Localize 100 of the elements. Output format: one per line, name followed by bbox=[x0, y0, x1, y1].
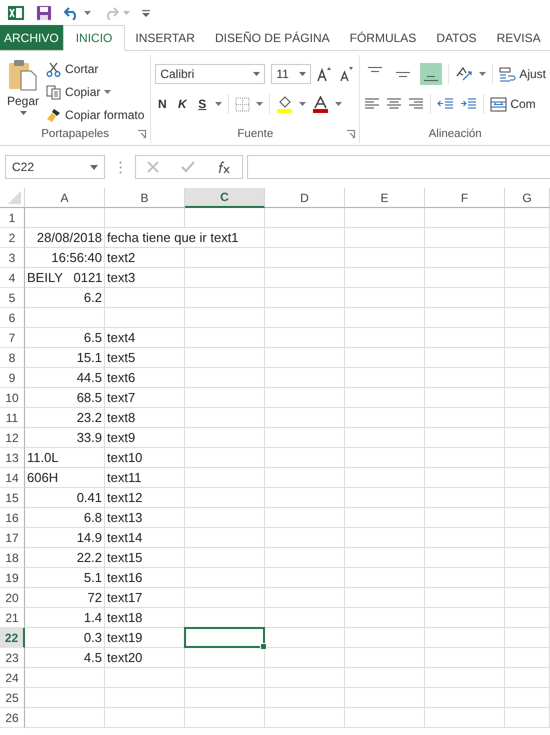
row-header[interactable]: 9 bbox=[0, 368, 25, 388]
caret-icon[interactable] bbox=[256, 102, 264, 106]
row-header[interactable]: 10 bbox=[0, 388, 25, 408]
shrink-font-icon[interactable] bbox=[339, 66, 356, 82]
formula-input[interactable] bbox=[247, 155, 550, 179]
ribbon-tab[interactable]: DISEÑO DE PÁGINA bbox=[204, 25, 340, 50]
align-center-icon[interactable] bbox=[386, 97, 402, 111]
row-header[interactable]: 6 bbox=[0, 308, 25, 328]
row-header[interactable]: 20 bbox=[0, 588, 25, 608]
name-box[interactable]: C22 bbox=[5, 155, 105, 179]
align-middle-icon bbox=[395, 72, 412, 76]
caret-icon[interactable] bbox=[215, 102, 222, 106]
caret-icon[interactable] bbox=[104, 90, 112, 94]
caret-icon[interactable] bbox=[479, 72, 486, 76]
row-header[interactable]: 18 bbox=[0, 548, 25, 568]
ribbon-tab[interactable]: INSERTAR bbox=[125, 25, 205, 50]
row-header[interactable]: 1 bbox=[0, 208, 25, 228]
caret-icon[interactable] bbox=[299, 102, 306, 106]
column-header[interactable]: C bbox=[185, 188, 265, 208]
align-top-icon bbox=[367, 67, 384, 72]
table-cell bbox=[505, 448, 550, 468]
drag-handle-icon[interactable] bbox=[119, 160, 122, 174]
column-header[interactable]: A bbox=[25, 188, 105, 208]
row-header[interactable]: 19 bbox=[0, 568, 25, 588]
table-cell: 15.1 bbox=[25, 348, 105, 368]
column-header[interactable]: E bbox=[345, 188, 425, 208]
font-style-button[interactable]: N bbox=[155, 97, 170, 111]
row-header[interactable]: 22 bbox=[0, 628, 25, 648]
table-cell bbox=[505, 508, 550, 528]
row-header[interactable]: 11 bbox=[0, 408, 25, 428]
row-header[interactable]: 7 bbox=[0, 328, 25, 348]
save-icon[interactable] bbox=[36, 4, 52, 20]
row-header[interactable]: 14 bbox=[0, 468, 25, 488]
font-name-dropdown[interactable]: Calibri bbox=[155, 64, 266, 84]
table-cell: text13 bbox=[105, 508, 185, 528]
table-cell bbox=[505, 208, 550, 228]
row-header[interactable]: 17 bbox=[0, 528, 25, 548]
ribbon-command[interactable]: Copiar formato bbox=[65, 108, 144, 122]
dialog-launcher-icon[interactable] bbox=[347, 130, 356, 138]
table-cell bbox=[505, 368, 550, 388]
table-cell bbox=[505, 588, 550, 608]
column-header[interactable]: G bbox=[505, 188, 550, 208]
row-header[interactable]: 23 bbox=[0, 648, 25, 668]
table-cell: text3 bbox=[105, 268, 185, 288]
table-cell: 14.9 bbox=[25, 528, 105, 548]
align-left-icon[interactable] bbox=[364, 97, 380, 111]
row-header[interactable]: 15 bbox=[0, 488, 25, 508]
font-style-button[interactable]: K bbox=[175, 97, 190, 111]
column-header[interactable]: F bbox=[425, 188, 505, 208]
table-cell bbox=[505, 608, 550, 628]
caret-icon[interactable] bbox=[335, 102, 342, 106]
grow-font-icon[interactable] bbox=[317, 66, 334, 82]
bottom-align-button[interactable] bbox=[420, 63, 442, 85]
borders-icon[interactable] bbox=[235, 96, 250, 112]
table-cell: 4.5 bbox=[25, 648, 105, 668]
row-header[interactable]: 25 bbox=[0, 688, 25, 708]
table-cell: text10 bbox=[105, 448, 185, 468]
table-cell bbox=[505, 668, 550, 688]
row-header[interactable]: 8 bbox=[0, 348, 25, 368]
ribbon-tab[interactable]: DATOS bbox=[426, 25, 487, 50]
row-header[interactable]: 5 bbox=[0, 288, 25, 308]
fill-color-icon[interactable] bbox=[276, 96, 294, 112]
group-label: Alineación bbox=[428, 128, 482, 140]
table-cell: text4 bbox=[105, 328, 185, 348]
table-cell bbox=[505, 228, 550, 248]
row-header[interactable]: 2 bbox=[0, 228, 25, 248]
ribbon-command[interactable]: Cortar bbox=[65, 62, 98, 76]
dialog-launcher-icon[interactable] bbox=[138, 130, 146, 138]
ribbon-tab[interactable]: INICIO bbox=[62, 25, 126, 51]
customize-caret-icon[interactable] bbox=[142, 8, 150, 16]
ribbon-command[interactable]: Copiar bbox=[65, 85, 100, 99]
increase-indent-icon[interactable] bbox=[460, 97, 478, 111]
column-header[interactable]: D bbox=[265, 188, 345, 208]
text-orientation-icon[interactable] bbox=[455, 66, 474, 82]
wrap-text-button[interactable]: Ajust bbox=[499, 66, 546, 82]
align-right-icon[interactable] bbox=[408, 97, 424, 111]
ribbon-tab[interactable]: REVISA bbox=[486, 25, 550, 50]
insert-function-icon[interactable] bbox=[217, 160, 231, 174]
decrease-indent-icon[interactable] bbox=[437, 97, 454, 111]
row-header[interactable]: 12 bbox=[0, 428, 25, 448]
row-header[interactable]: 4 bbox=[0, 268, 25, 288]
row-header[interactable]: 26 bbox=[0, 708, 25, 728]
font-style-button[interactable]: S bbox=[195, 97, 210, 111]
table-cell bbox=[505, 688, 550, 708]
font-color-icon[interactable] bbox=[312, 96, 330, 112]
row-header[interactable]: 24 bbox=[0, 668, 25, 688]
row-header[interactable]: 3 bbox=[0, 248, 25, 268]
table-cell: 6.8 bbox=[25, 508, 105, 528]
row-header[interactable]: 16 bbox=[0, 508, 25, 528]
font-size-dropdown[interactable]: 11 bbox=[271, 64, 312, 84]
table-cell: 23.2 bbox=[25, 408, 105, 428]
row-header[interactable]: 13 bbox=[0, 448, 25, 468]
table-cell: text6 bbox=[105, 368, 185, 388]
table-cell bbox=[505, 468, 550, 488]
caret-icon bbox=[299, 72, 306, 76]
ribbon-tab[interactable]: FÓRMULAS bbox=[340, 25, 426, 50]
merge-cells-button[interactable]: Com bbox=[490, 96, 536, 112]
paste-button[interactable]: Pegar bbox=[4, 55, 42, 125]
ribbon-tab[interactable]: ARCHIVO bbox=[0, 25, 63, 50]
caret-icon[interactable] bbox=[84, 10, 91, 14]
